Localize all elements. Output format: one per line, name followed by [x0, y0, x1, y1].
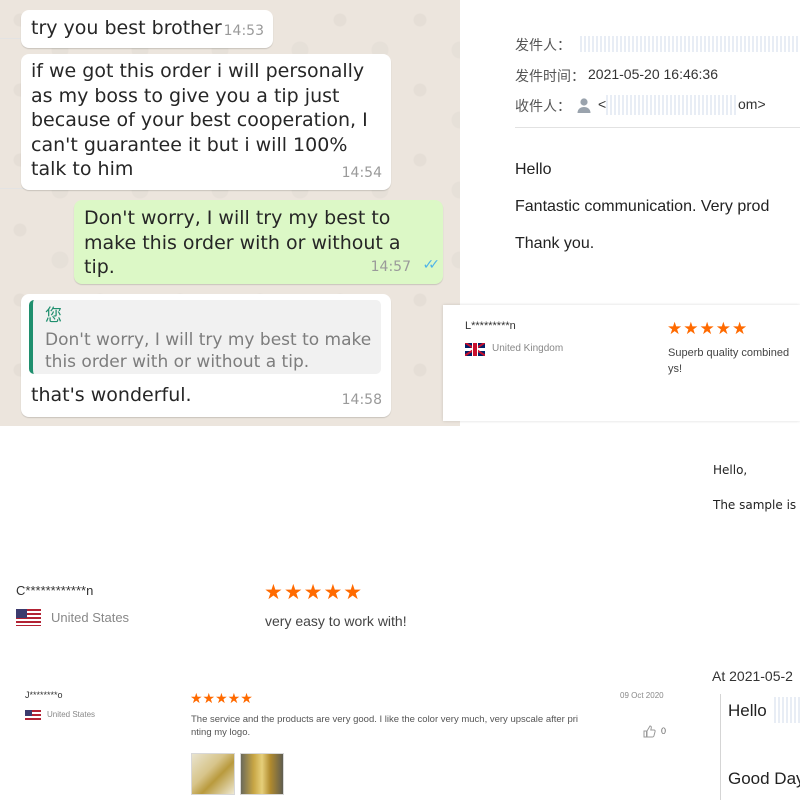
us-flag-icon: [25, 710, 41, 721]
recipient-open: <: [598, 96, 607, 112]
email-view: 发件人： 发件时间： 2021-05-20 16:46:36 收件人： < om…: [496, 0, 800, 300]
email-greeting: Hello,: [713, 463, 748, 477]
reviewer-country: United States: [51, 610, 130, 625]
review-card: J********o United States ★★★★★ 09 Oct 20…: [0, 680, 680, 800]
quote-text: Don't worry, I will try my best to make …: [45, 330, 372, 372]
email-text: Good Day: [728, 769, 800, 788]
divider: [515, 127, 800, 128]
like-count: 0: [661, 726, 667, 736]
uk-flag-icon: [465, 343, 485, 356]
reviewer-country: United Kingdom: [492, 343, 564, 354]
thumbs-up-icon[interactable]: [643, 725, 656, 738]
us-flag-icon: [16, 609, 41, 626]
chat-message-incoming: try you best brother 14:53: [21, 10, 273, 48]
reviewer-name: L*********n: [465, 320, 516, 332]
rating-stars: ★★★★★: [190, 690, 253, 706]
email-body-line: Hello: [515, 161, 552, 178]
message-time: 14:57: [370, 258, 411, 275]
message-time: 14:54: [341, 164, 382, 181]
recipient-label: 收件人：: [515, 98, 571, 114]
quote-author: 您: [45, 306, 62, 326]
review-card: L*********n United Kingdom ★★★★★ Superb …: [443, 305, 800, 421]
message-time: 14:58: [341, 391, 382, 408]
email-body-line: Fantastic communication. Very prod: [515, 198, 770, 215]
redacted-recipient: [606, 95, 738, 115]
recipient-suffix: om>: [738, 96, 766, 112]
review-photo[interactable]: [191, 753, 235, 795]
message-text: if we got this order i will personally a…: [31, 60, 368, 180]
message-text: that's wonderful.: [31, 384, 192, 406]
send-time-value: 2021-05-20 16:46:36: [588, 66, 718, 82]
review-photo[interactable]: [240, 753, 284, 795]
chat-message-incoming: if we got this order i will personally a…: [21, 54, 391, 190]
review-text: The service and the products are very go…: [191, 714, 579, 738]
email-reply-header: At 2021-05-2: [712, 668, 793, 684]
user-icon: [577, 98, 591, 113]
email-greeting: Hello: [728, 701, 767, 720]
reviewer-country: United States: [47, 710, 96, 719]
email-reply-view: At 2021-05-2 Hello Good Day: [700, 660, 800, 800]
review-card: C************n United States ★★★★★ very …: [0, 570, 440, 640]
send-time-label: 发件时间：: [515, 68, 585, 84]
whatsapp-chat-screenshot: try you best brother 14:53 if we got thi…: [0, 0, 460, 426]
quoted-message[interactable]: 您 Don't worry, I will try my best to mak…: [29, 300, 381, 374]
review-text: Superb quality combined: [668, 347, 790, 359]
redacted-sender: [580, 36, 800, 52]
email-text: The sample is: [713, 498, 797, 512]
review-date: 09 Oct 2020: [620, 691, 664, 700]
chat-message-outgoing: Don't worry, I will try my best to make …: [74, 200, 443, 284]
rating-stars: ★★★★★: [667, 319, 749, 338]
quote-border: [720, 694, 721, 800]
rating-stars: ★★★★★: [264, 581, 364, 604]
review-text-continued: ys!: [668, 363, 683, 375]
redacted-name: [774, 697, 800, 723]
message-time: 14:53: [223, 22, 264, 39]
reviewer-name: J********o: [25, 690, 63, 700]
email-body-line: Thank you.: [515, 235, 595, 252]
review-text: very easy to work with!: [265, 613, 407, 629]
reviewer-name: C************n: [16, 583, 94, 598]
double-check-icon: ✓✓: [422, 256, 441, 273]
sender-label: 发件人：: [515, 37, 571, 53]
chat-message-reply: 您 Don't worry, I will try my best to mak…: [21, 294, 391, 417]
message-text: try you best brother: [31, 17, 222, 39]
